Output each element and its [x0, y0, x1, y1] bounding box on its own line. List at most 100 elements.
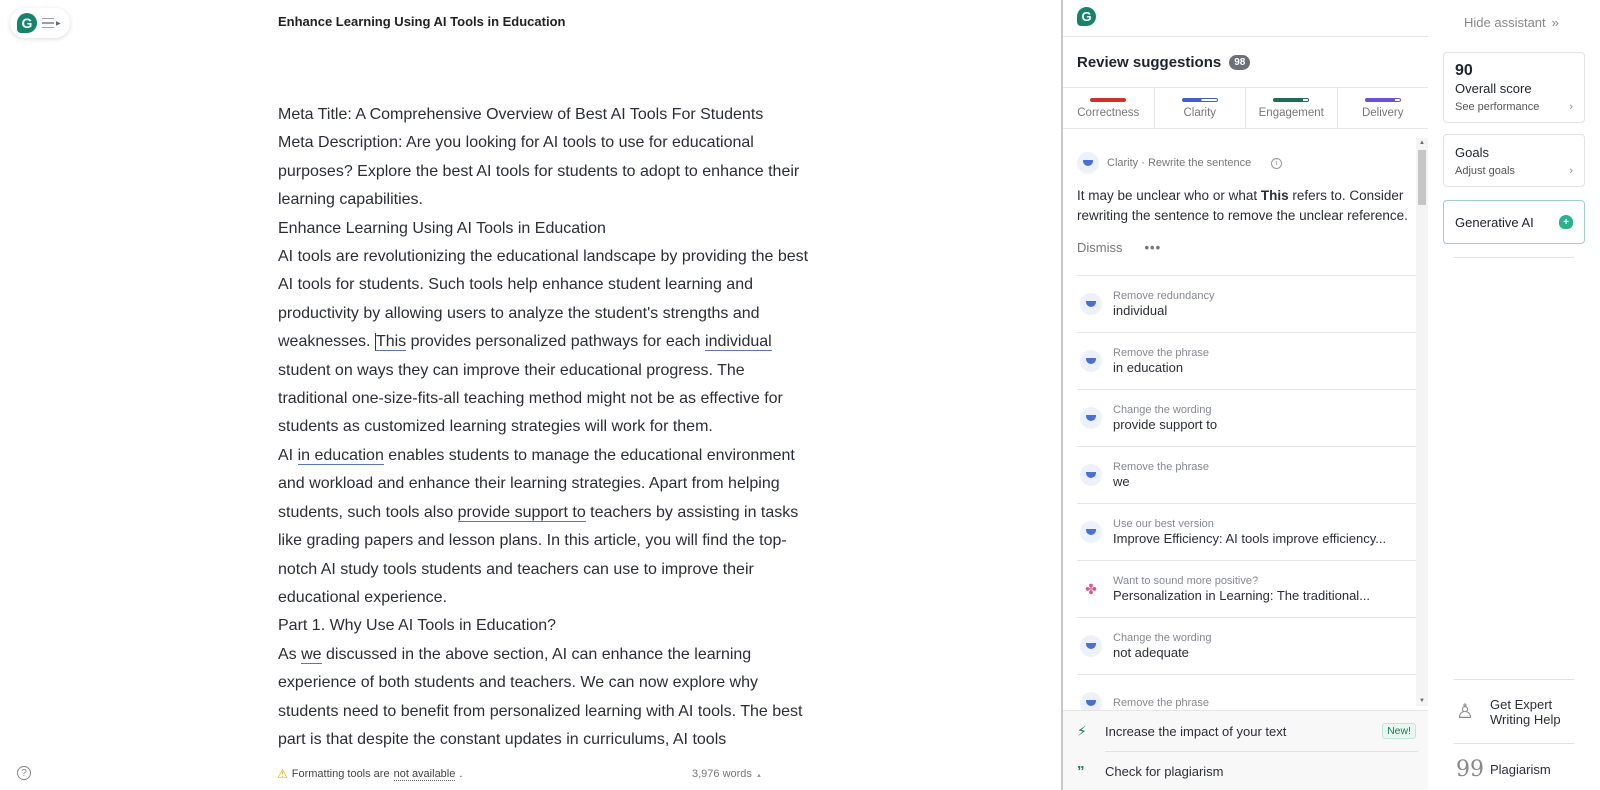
suggestion-text: Remove the phrase — [1113, 697, 1209, 710]
plagiarism-label: Check for plagiarism — [1105, 763, 1224, 779]
progress-bar — [1364, 97, 1401, 102]
suggestion-text: Want to sound more positive? Personalizat… — [1113, 575, 1370, 603]
plagiarism-button[interactable]: 99 Plagiarism — [1456, 757, 1551, 782]
suggestions-list: Clarity · Rewrite the sentence i It may … — [1063, 130, 1428, 710]
generative-ai-button[interactable]: Generative AI + — [1443, 200, 1585, 244]
paragraph[interactable]: AI in education enables students to mana… — [278, 442, 818, 612]
paragraph[interactable]: Enhance Learning Using AI Tools in Educa… — [278, 215, 818, 243]
paragraph[interactable]: AI tools are revolutionizing the educati… — [278, 243, 818, 442]
progress-bar — [1273, 97, 1310, 102]
clarity-icon — [1080, 521, 1102, 543]
chevron-right-icon: › — [1569, 101, 1573, 113]
suggestion-item[interactable]: Remove redundancy individual — [1077, 276, 1416, 333]
info-icon[interactable]: i — [1271, 157, 1283, 169]
card-category: Clarity · Rewrite the sentence — [1107, 157, 1252, 169]
suggestion-item[interactable]: ✤ Want to sound more positive? Personaliza… — [1077, 561, 1416, 618]
overall-score-label: Overall score — [1455, 81, 1532, 96]
grammarly-logo-icon: G — [17, 13, 37, 33]
scrollbar-thumb[interactable] — [1418, 150, 1426, 205]
clarity-icon — [1080, 464, 1102, 486]
flagged-word-this[interactable]: This — [374, 333, 407, 352]
scroll-up-icon[interactable]: ▲ — [1416, 138, 1428, 148]
suggestion-item[interactable]: Change the wording provide support to — [1077, 390, 1416, 447]
tab-engagement[interactable]: Engagement — [1246, 88, 1338, 128]
scrollbar[interactable]: ▲ ▼ — [1416, 138, 1428, 706]
grammarly-menu-button[interactable]: G ▶ — [10, 8, 70, 38]
document-title[interactable]: Enhance Learning Using AI Tools in Educa… — [278, 14, 565, 29]
progress-bar — [1181, 97, 1218, 102]
dismiss-button[interactable]: Dismiss — [1077, 240, 1123, 255]
suggestion-title: Change the wording — [1113, 632, 1212, 644]
paragraph[interactable]: As we discussed in the above section, AI… — [278, 641, 818, 755]
suggestion-item[interactable]: Remove the phrase we — [1077, 447, 1416, 504]
suggestion-value: provide support to — [1113, 417, 1218, 432]
suggestion-item[interactable]: Change the wording not adequate — [1077, 618, 1416, 675]
paragraph[interactable]: Meta Description: Are you looking for AI… — [278, 129, 818, 214]
quote-icon: 99 — [1456, 757, 1484, 782]
tab-clarity[interactable]: Clarity — [1155, 88, 1246, 128]
text-run: student on ways they can improve their e… — [278, 361, 783, 436]
divider — [1454, 743, 1574, 744]
suggestion-text: Use our best version Improve Efficiency: … — [1113, 518, 1386, 546]
paragraph[interactable]: Meta Title: A Comprehensive Overview of … — [278, 101, 818, 129]
suggestion-title: Remove the phrase — [1113, 347, 1209, 359]
suggestion-value: in education — [1113, 360, 1184, 375]
suggestion-title: Remove redundancy — [1113, 290, 1215, 302]
progress-bar — [1090, 97, 1127, 102]
flagged-phrase-provide-support[interactable]: provide support to — [457, 503, 586, 522]
word-count-button[interactable]: 3,976 words ▲ — [692, 768, 762, 780]
clarity-icon — [1077, 152, 1099, 174]
adjust-goals-link[interactable]: Adjust goals › — [1455, 165, 1573, 177]
text-run: It may be unclear who or what — [1077, 188, 1261, 203]
overall-score-card[interactable]: 90 Overall score See performance › — [1443, 52, 1585, 123]
suggestion-item[interactable]: Remove the phrase — [1077, 675, 1416, 710]
label-line: Writing Help — [1490, 712, 1561, 727]
tab-label: Correctness — [1077, 106, 1140, 119]
suggestion-value: Improve Efficiency: AI tools improve eff… — [1113, 531, 1387, 546]
goals-card[interactable]: Goals Adjust goals › — [1443, 134, 1585, 187]
suggestion-value: we — [1113, 474, 1130, 489]
status-punct: . — [459, 768, 463, 780]
divider — [1454, 257, 1574, 258]
chevron-right-icon: › — [1569, 165, 1573, 177]
suggestion-item[interactable]: Use our best version Improve Efficiency: … — [1077, 504, 1416, 561]
tab-label: Engagement — [1258, 106, 1324, 119]
plagiarism-label: Plagiarism — [1490, 762, 1551, 777]
lightbulb-icon: + — [1559, 215, 1573, 229]
clarity-icon — [1080, 692, 1102, 710]
suggestion-text: Remove the phrase we — [1113, 461, 1209, 489]
check-plagiarism-button[interactable]: ” Check for plagiarism — [1063, 751, 1428, 790]
tab-label: Clarity — [1183, 106, 1217, 119]
overall-score: 90 — [1455, 62, 1473, 79]
editor-area: G ▶ Enhance Learning Using AI Tools in E… — [0, 0, 1061, 790]
tone-icon: ✤ — [1085, 580, 1097, 597]
tab-correctness[interactable]: Correctness — [1063, 88, 1155, 128]
increase-impact-button[interactable]: ⚡ Increase the impact of your text New! — [1063, 711, 1428, 751]
bolt-icon: ⚡ — [1077, 722, 1087, 739]
suggestion-text: Change the wording not adequate — [1113, 632, 1211, 660]
scroll-down-icon[interactable]: ▼ — [1416, 696, 1428, 706]
score-sidebar: Hide assistant » 90 Overall score See pe… — [1428, 0, 1600, 790]
help-icon[interactable]: ? — [17, 766, 31, 780]
flagged-word-individual[interactable]: individual — [705, 333, 772, 352]
expert-help-button[interactable]: ♙ Get Expert Writing Help — [1456, 697, 1561, 727]
active-suggestion-card[interactable]: Clarity · Rewrite the sentence i It may … — [1063, 130, 1428, 255]
caret-up-icon: ▲ — [755, 773, 762, 779]
suggestion-title: Remove the phrase — [1113, 461, 1209, 473]
flagged-phrase-in-education[interactable]: in education — [297, 446, 384, 465]
suggestion-item[interactable]: Remove the phrase in education — [1077, 333, 1416, 390]
hide-assistant-button[interactable]: Hide assistant » — [1464, 15, 1559, 30]
suggestion-value: Personalization in Learning: The traditi… — [1113, 588, 1371, 603]
see-performance-link[interactable]: See performance › — [1455, 101, 1573, 113]
paragraph[interactable]: Part 1. Why Use AI Tools in Education? — [278, 612, 818, 640]
not-available-link[interactable]: not available — [393, 768, 456, 781]
formatting-status: ⚠ Formatting tools are not available. — [277, 767, 462, 781]
divider — [1454, 679, 1574, 680]
double-chevron-right-icon: » — [1551, 15, 1559, 30]
more-options-icon[interactable]: ••• — [1145, 240, 1162, 255]
tab-delivery[interactable]: Delivery — [1338, 88, 1429, 128]
flagged-word-we[interactable]: we — [301, 645, 322, 664]
document-body[interactable]: Meta Title: A Comprehensive Overview of … — [278, 101, 818, 754]
suggestion-value: not adequate — [1113, 645, 1189, 660]
link-label: See performance — [1455, 101, 1540, 113]
